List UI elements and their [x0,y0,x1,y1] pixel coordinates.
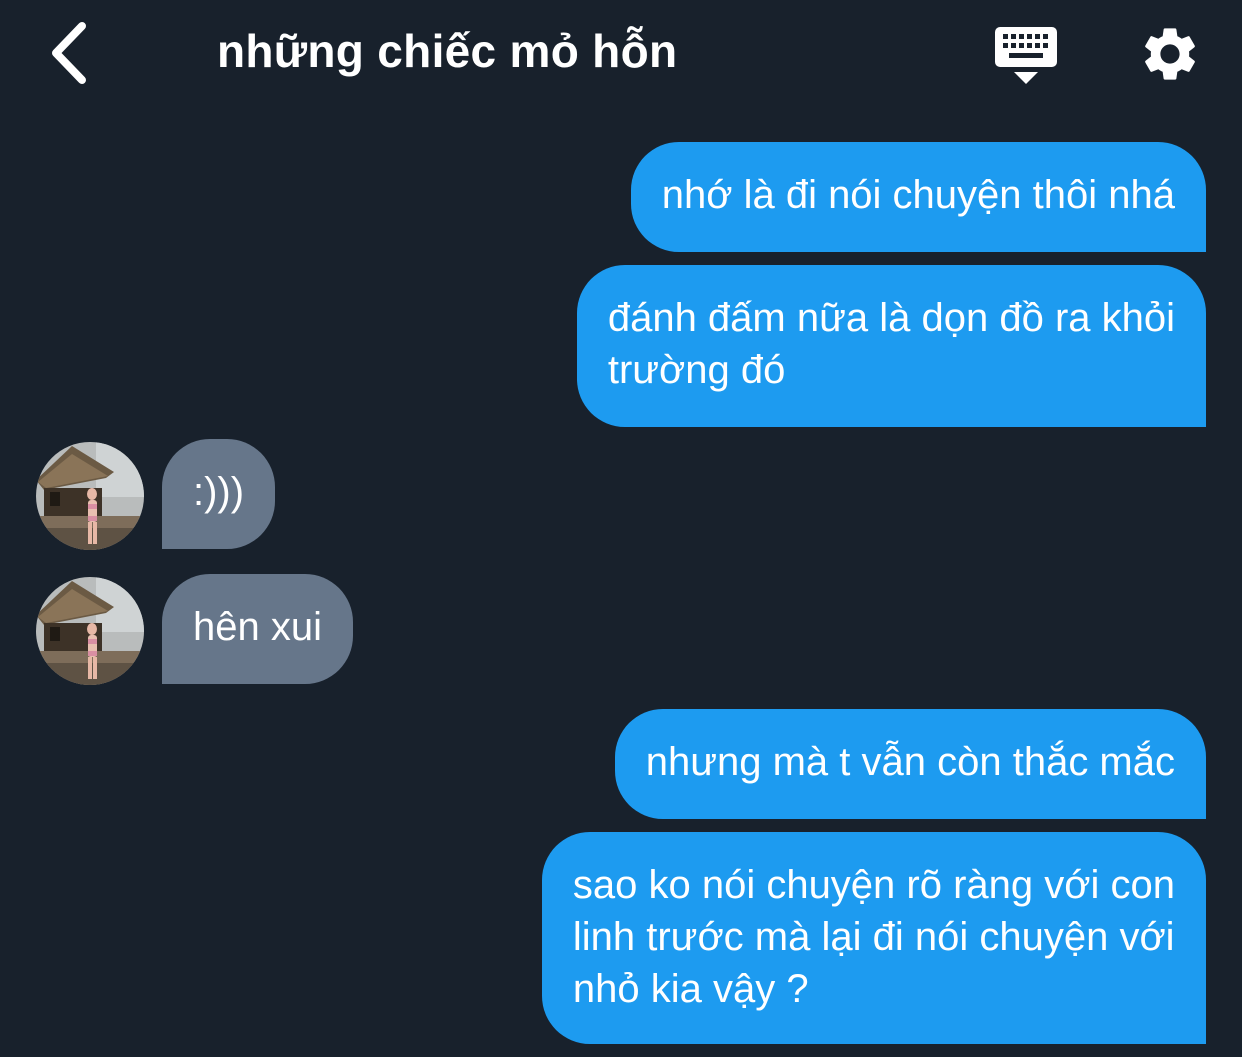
message-bubble-outgoing[interactable]: đánh đấm nữa là dọn đồ ra khỏi trường đó [576,265,1206,427]
message-text-line: trường đó [607,348,786,392]
back-button[interactable] [38,20,98,86]
message-text-line: linh trước mà lại đi nói chuyện với [572,915,1175,959]
message-bubble-incoming[interactable]: hên xui [162,574,353,684]
sender-avatar[interactable] [36,577,144,685]
settings-button[interactable] [1138,22,1202,86]
chevron-left-icon [52,22,86,84]
chat-header: những chiếc mỏ hỗn [0,0,1242,110]
keyboard-icon [995,27,1057,84]
message-bubble-outgoing[interactable]: sao ko nói chuyện rõ ràng với con linh t… [541,832,1206,1044]
gear-icon [1145,28,1195,80]
message-bubble-outgoing[interactable]: nhớ là đi nói chuyện thôi nhá [630,142,1206,252]
message-text-line: nhớ là đi nói chuyện thôi nhá [661,173,1175,217]
message-text-line: nhỏ kia vậy ? [572,967,809,1011]
chat-screen: những chiếc mỏ hỗn nhớ là đi nói chuyện … [0,0,1242,1057]
message-text-line: sao ko nói chuyện rõ ràng với con [572,863,1175,907]
message-text-line: đánh đấm nữa là dọn đồ ra khỏi [607,296,1175,340]
conversation-title: những chiếc mỏ hỗn [217,25,678,77]
message-bubble-outgoing[interactable]: nhưng mà t vẫn còn thắc mắc [614,709,1206,819]
message-text-line: :))) [193,470,245,514]
message-text-line: nhưng mà t vẫn còn thắc mắc [645,740,1175,784]
avatar-photo [36,577,144,685]
message-bubble-incoming[interactable]: :))) [162,439,276,549]
avatar-photo [36,442,144,550]
sender-avatar[interactable] [36,442,144,550]
keyboard-toggle-button[interactable] [993,24,1059,88]
message-text-line: hên xui [193,605,322,649]
